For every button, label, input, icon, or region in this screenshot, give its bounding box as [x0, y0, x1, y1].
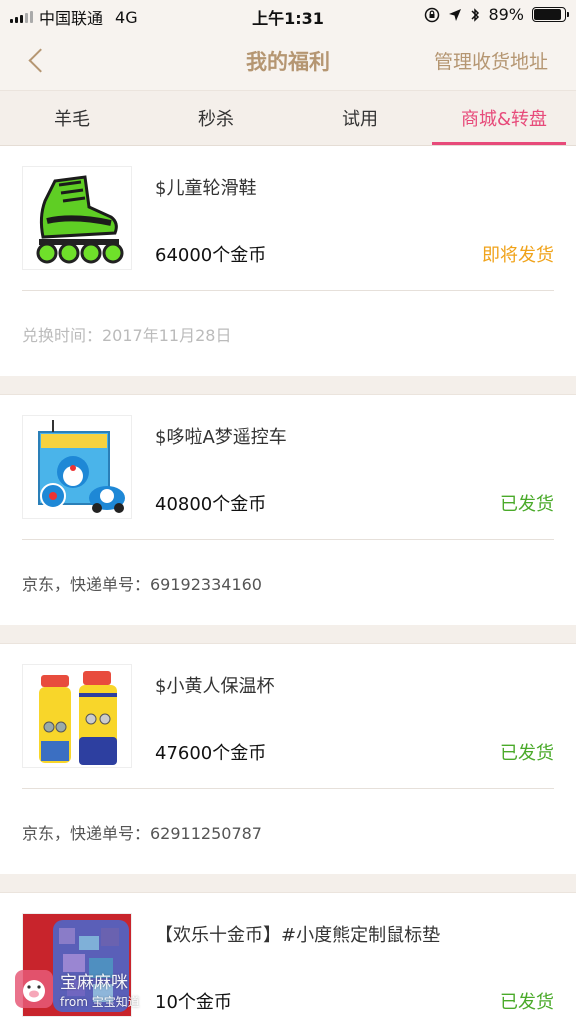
product-image-minion-thermos: [22, 664, 132, 768]
tab-trial[interactable]: 试用: [288, 91, 432, 145]
product-name: $哆啦A梦遥控车: [155, 427, 287, 448]
orientation-lock-icon: [425, 7, 440, 22]
order-list: $儿童轮滑鞋 64000个金币 即将发货 兑换时间：2017年11月28日 $哆…: [0, 146, 576, 1024]
bluetooth-icon: [471, 7, 480, 22]
order-card[interactable]: $小黄人保温杯 47600个金币 已发货 京东，快递单号：62911250787: [0, 643, 576, 874]
product-price: 40800个金币: [155, 494, 267, 515]
status-badge: 即将发货: [482, 245, 554, 266]
exchange-time: 兑换时间：2017年11月28日: [22, 325, 232, 345]
tab-flash-sale[interactable]: 秒杀: [144, 91, 288, 145]
status-bar: 中国联通 4G 上午1:31 89%: [0, 0, 576, 30]
watermark: 宝麻麻咪 from 宝宝知道: [14, 968, 140, 1010]
watermark-name: 宝麻麻咪: [60, 973, 128, 993]
product-price: 10个金币: [155, 992, 232, 1013]
tab-wool[interactable]: 羊毛: [0, 91, 144, 145]
product-price: 64000个金币: [155, 245, 267, 266]
product-name: $小黄人保温杯: [155, 676, 275, 697]
nav-bar: 我的福利 管理收货地址: [0, 30, 576, 90]
order-card[interactable]: $儿童轮滑鞋 64000个金币 即将发货 兑换时间：2017年11月28日: [0, 146, 576, 376]
status-badge: 已发货: [500, 743, 554, 764]
product-price: 47600个金币: [155, 743, 267, 764]
product-name: $儿童轮滑鞋: [155, 178, 257, 199]
tracking-info: 京东，快递单号：62911250787: [22, 823, 262, 843]
product-image-doraemon-rc-car: [22, 415, 132, 519]
status-badge: 已发货: [500, 992, 554, 1013]
order-card[interactable]: $哆啦A梦遥控车 40800个金币 已发货 京东，快递单号：6919233416…: [0, 394, 576, 625]
product-image-roller-skate: [22, 166, 132, 270]
status-badge: 已发货: [500, 494, 554, 515]
tab-mall-wheel[interactable]: 商城&转盘: [432, 91, 576, 145]
manage-address-button[interactable]: 管理收货地址: [434, 47, 548, 74]
battery-icon: [532, 7, 569, 22]
tab-bar: 羊毛 秒杀 试用 商城&转盘: [0, 90, 576, 146]
pig-logo-icon: [15, 970, 53, 1008]
battery-percent: 89%: [488, 5, 524, 24]
location-icon: [449, 8, 462, 21]
tracking-info: 京东，快递单号：69192334160: [22, 574, 262, 594]
watermark-source: from 宝宝知道: [60, 995, 140, 1009]
product-name: 【欢乐十金币】#小度熊定制鼠标垫: [155, 925, 441, 946]
